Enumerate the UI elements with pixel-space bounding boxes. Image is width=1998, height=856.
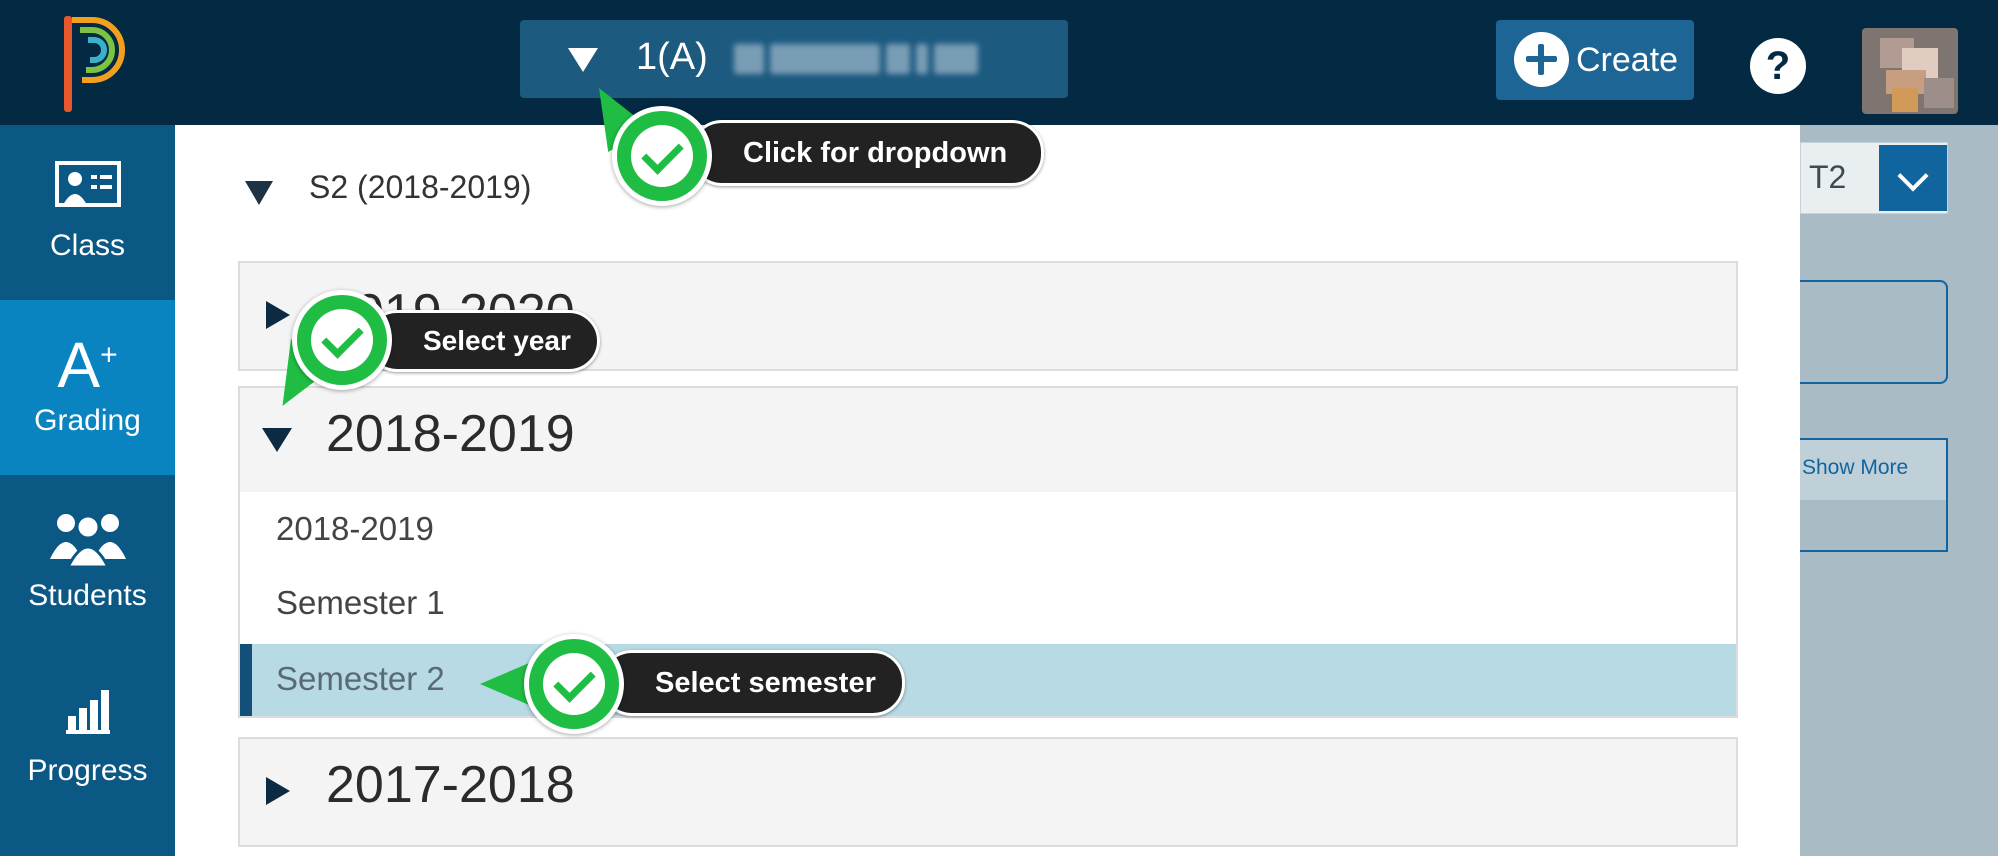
term-option-label: Semester 1 [276, 584, 445, 621]
user-avatar[interactable] [1862, 28, 1958, 114]
term-option-semester-1[interactable]: Semester 1 [240, 568, 1736, 640]
check-badge-icon [524, 634, 624, 734]
term-list: 2018-2019 Semester 1 Semester 2 [238, 492, 1738, 718]
year-label: 2017-2018 [326, 756, 575, 814]
nav-label-progress: Progress [27, 754, 148, 787]
caret-down-icon [262, 428, 292, 452]
create-button-label: Create [1576, 41, 1679, 79]
nav-label-students: Students [28, 579, 147, 612]
show-more-link[interactable]: Show More [1802, 456, 1908, 480]
class-name: 1(A) [636, 36, 708, 78]
nav-item-progress[interactable]: Progress [0, 650, 175, 825]
nav-item-grading[interactable]: A+ Grading [0, 300, 175, 475]
chevron-down-icon[interactable] [1879, 145, 1947, 211]
check-badge-icon [612, 106, 712, 206]
grading-icon: A+ [57, 329, 118, 401]
check-badge-icon [292, 290, 392, 390]
term-option-label: 2018-2019 [276, 510, 434, 547]
term-select[interactable]: T2 [1800, 142, 1948, 214]
redacted-class-title [734, 44, 978, 74]
caret-down-icon [245, 181, 273, 205]
progress-icon [65, 686, 110, 739]
left-sidebar: Class A+ Grading Students Progress [0, 125, 175, 856]
term-dropdown-panel: S2 (2018-2019) 2019-2020 2018-2019 2018-… [175, 125, 1800, 856]
nav-item-students[interactable]: Students [0, 475, 175, 650]
class-icon [54, 161, 121, 222]
annotation-label: Select semester [600, 650, 905, 716]
caret-down-icon [568, 48, 598, 72]
students-icon [48, 509, 128, 572]
top-bar: 1(A) Create ? [0, 0, 1998, 125]
show-more-panel: Show More [1780, 438, 1948, 552]
caret-right-icon [266, 777, 290, 805]
nav-label-class: Class [49, 229, 125, 262]
year-row-2017-2018[interactable]: 2017-2018 [238, 737, 1738, 847]
year-label: 2018-2019 [326, 405, 575, 463]
help-icon[interactable]: ? [1750, 38, 1806, 94]
term-select-value: T2 [1809, 159, 1847, 195]
annotation-label: Click for dropdown [690, 120, 1045, 186]
term-option-semester-2[interactable]: Semester 2 [240, 644, 1736, 716]
term-option-full-year[interactable]: 2018-2019 [240, 494, 1736, 566]
caret-right-icon [266, 301, 290, 329]
background-card [1780, 280, 1948, 384]
current-term-label: S2 (2018-2019) [309, 169, 532, 205]
plus-circle-icon [1514, 32, 1569, 87]
term-option-label: Semester 2 [276, 660, 445, 697]
year-row-2018-2019[interactable]: 2018-2019 [238, 386, 1738, 494]
nav-item-class[interactable]: Class [0, 125, 175, 300]
nav-label-grading: Grading [34, 404, 141, 437]
powerschool-logo-icon[interactable] [58, 12, 138, 116]
create-button[interactable]: Create [1496, 20, 1694, 100]
annotation-label: Select year [366, 310, 600, 372]
